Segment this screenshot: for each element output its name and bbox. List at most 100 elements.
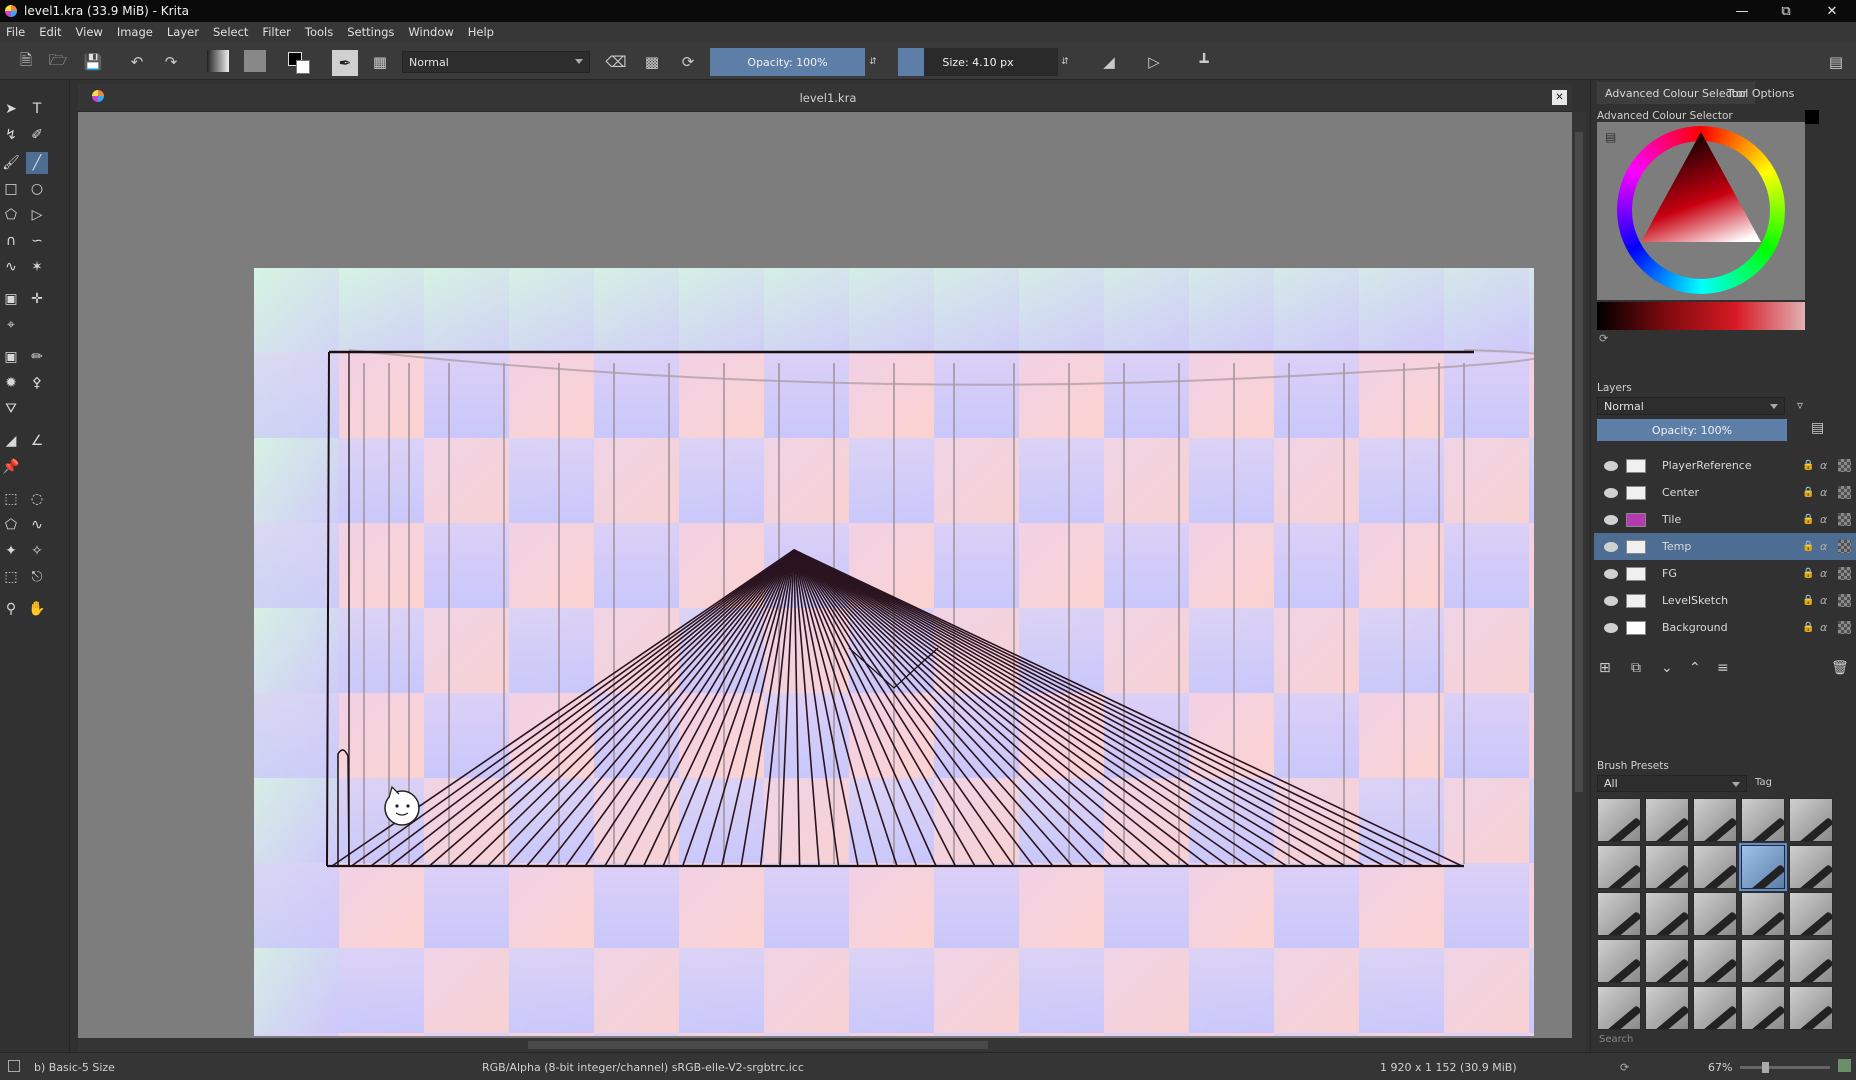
wrap-around-icon[interactable]: ┻ [1192,50,1216,74]
size-slider[interactable]: Size: 4.10 px [898,48,1058,76]
brush-preset-tile[interactable] [1693,939,1737,983]
transform-tool-icon[interactable]: ▣ [0,288,22,310]
layer-row[interactable]: FG 🔒 α [1594,560,1856,587]
menu-view[interactable]: View [76,25,103,39]
gradient-tool-icon[interactable]: ▣ [0,346,22,368]
menu-select[interactable]: Select [213,25,248,39]
bezier-tool-icon[interactable]: ∩ [0,230,22,252]
menu-help[interactable]: Help [468,25,494,39]
layer-row[interactable]: LevelSketch 🔒 α [1594,587,1856,614]
visibility-eye-icon[interactable] [1604,622,1618,633]
brush-preset-tile[interactable] [1693,798,1737,842]
polyline-tool-icon[interactable]: ▷ [26,204,48,226]
tab-tool-options[interactable]: Tool Options [1719,82,1802,104]
brush-preset-tile[interactable] [1645,892,1689,936]
visibility-eye-icon[interactable] [1604,541,1618,552]
lock-icon[interactable]: 🔒 [1802,568,1814,579]
bezier-select-icon[interactable]: ⬚ [0,566,22,588]
menu-window[interactable]: Window [408,25,453,39]
brush-preset-tile[interactable] [1741,892,1785,936]
layer-row[interactable]: Background 🔒 α [1594,614,1856,641]
brush-preset-tile[interactable] [1645,939,1689,983]
rect-select-icon[interactable]: ⬚ [0,488,22,510]
brush-preset-tile[interactable] [1645,845,1689,889]
alpha-lock-icon[interactable]: α [1820,513,1827,526]
vertical-scroll-thumb[interactable] [1575,132,1583,792]
line-tool-icon[interactable]: ╱ [26,152,48,174]
brush-preset-tile[interactable] [1741,798,1785,842]
delete-layer-icon[interactable]: 🗑 [1831,660,1849,676]
fullscreen-toggle-icon[interactable] [1838,1059,1851,1072]
colour-selector-settings-icon[interactable]: ▤ [1605,130,1616,144]
horizontal-scrollbar[interactable] [78,1038,1586,1052]
brush-preset-tile[interactable] [1693,845,1737,889]
crop-tool-icon[interactable]: ⌖ [0,314,22,336]
brush-preset-tile[interactable] [1789,939,1833,983]
opacity-spin-icon[interactable]: ⇵ [866,50,880,74]
menu-edit[interactable]: Edit [39,25,61,39]
freehand-path-icon[interactable]: ∽ [26,230,48,252]
layer-row-selected[interactable]: Temp 🔒 α [1594,533,1856,560]
brush-tag-filter-select[interactable]: All [1597,775,1747,792]
contiguous-select-icon[interactable]: ✦ [0,540,22,562]
layer-properties-icon[interactable]: ▤ [1811,420,1824,436]
brush-preset-tile[interactable] [1645,798,1689,842]
polygon-tool-icon[interactable]: ⬠ [0,204,22,226]
pan-tool-icon[interactable]: ✋ [26,598,48,620]
inherit-alpha-icon[interactable] [1838,513,1851,526]
lock-icon[interactable]: 🔒 [1802,460,1814,471]
inherit-alpha-icon[interactable] [1838,459,1851,472]
calligraphy-icon[interactable]: ✐ [26,124,48,146]
rectangle-tool-icon[interactable]: □ [0,178,22,200]
lock-icon[interactable]: 🔒 [1802,622,1814,633]
colorize-mask-icon[interactable]: ✹ [0,372,22,394]
brush-preset-icon[interactable]: ✒ [332,50,358,76]
brush-preset-tile[interactable] [1741,986,1785,1030]
ellipse-tool-icon[interactable]: ○ [26,178,48,200]
text-tool-icon[interactable]: T [26,98,48,120]
layer-row[interactable]: Center 🔒 α [1594,479,1856,506]
brush-preset-tile[interactable] [1789,986,1833,1030]
redo-icon[interactable]: ↷ [159,50,183,74]
opacity-slider[interactable]: Opacity: 100% [710,48,865,76]
move-layer-down-icon[interactable]: ⌄ [1661,660,1673,676]
restore-button[interactable]: ⧉ [1764,0,1808,22]
layer-opacity-slider[interactable]: Opacity: 100% [1597,419,1787,441]
inherit-alpha-icon[interactable] [1838,621,1851,634]
minimize-button[interactable]: — [1720,0,1764,22]
brush-preset-tile[interactable] [1741,939,1785,983]
menu-layer[interactable]: Layer [167,25,199,39]
inherit-alpha-icon[interactable] [1838,486,1851,499]
brush-preset-tile[interactable] [1597,939,1641,983]
brush-preset-tile[interactable] [1597,892,1641,936]
brush-preset-tile[interactable] [1789,798,1833,842]
color-picker-icon[interactable]: ✏ [26,346,48,368]
mirror-vertical-icon[interactable]: ▷ [1142,50,1166,74]
menu-tools[interactable]: Tools [305,25,333,39]
move-layer-up-icon[interactable]: ⌃ [1689,660,1701,676]
brush-preset-selected[interactable] [1739,843,1787,891]
menu-settings[interactable]: Settings [347,25,394,39]
undo-icon[interactable]: ↶ [125,50,149,74]
layer-row[interactable]: PlayerReference 🔒 α [1594,452,1856,479]
freehand-brush-icon[interactable]: 🖌 [0,152,22,174]
alpha-lock-icon[interactable]: α [1820,540,1827,553]
inherit-alpha-icon[interactable] [1838,567,1851,580]
zoom-slider-handle[interactable] [1762,1062,1769,1073]
blend-mode-select[interactable]: Normal [402,51,590,73]
canvas[interactable] [254,268,1534,1036]
similar-select-icon[interactable]: ✧ [26,540,48,562]
colour-wheel-area[interactable]: ▤ [1597,122,1805,300]
layer-filter-icon[interactable]: ▿ [1797,398,1803,412]
lock-icon[interactable]: 🔒 [1802,595,1814,606]
pattern-selector[interactable] [244,50,266,72]
size-spin-icon[interactable]: ⇵ [1058,50,1072,74]
lock-icon[interactable]: 🔒 [1802,487,1814,498]
brush-search-field[interactable]: Search [1599,1034,1633,1045]
refresh-shades-icon[interactable]: ⟳ [1599,332,1608,345]
visibility-eye-icon[interactable] [1604,568,1618,579]
brush-preset-tile[interactable] [1597,986,1641,1030]
brush-preset-tile[interactable] [1693,986,1737,1030]
dynamic-brush-icon[interactable]: ∿ [0,256,22,278]
docker-toggle-icon[interactable]: ▤ [1824,50,1848,74]
